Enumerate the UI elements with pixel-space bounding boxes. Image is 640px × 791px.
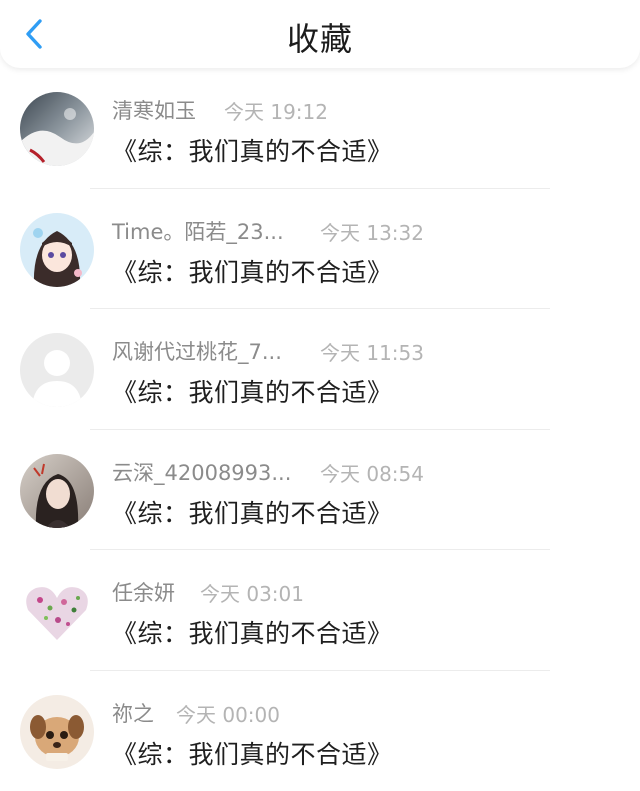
timestamp: 今天 08:54 (320, 458, 424, 487)
user-name: 云深_42008993... (112, 457, 291, 487)
photo-girl-avatar[interactable] (20, 454, 94, 528)
favorites-list: 清寒如玉 今天 19:12 《综：我们真的不合适》 Time。陌若_23... … (0, 68, 640, 791)
top-bar: 收藏 (0, 0, 640, 68)
favorite-title[interactable]: 《综：我们真的不合适》 (112, 494, 393, 530)
list-item[interactable]: 清寒如玉 今天 19:12 《综：我们真的不合适》 (0, 68, 640, 189)
user-name: 祢之 (112, 698, 154, 728)
list-item[interactable]: 云深_42008993... 今天 08:54 《综：我们真的不合适》 (0, 430, 640, 551)
favorite-title[interactable]: 《综：我们真的不合适》 (112, 253, 393, 289)
page-title: 收藏 (0, 14, 640, 60)
user-name: 任余妍 (112, 577, 175, 607)
favorite-title[interactable]: 《综：我们真的不合适》 (112, 373, 393, 409)
landscape-avatar[interactable] (20, 92, 94, 166)
favorite-title[interactable]: 《综：我们真的不合适》 (112, 735, 393, 771)
user-name: Time。陌若_23... (112, 216, 284, 246)
user-name: 清寒如玉 (112, 95, 196, 125)
timestamp: 今天 13:32 (320, 217, 424, 246)
list-item[interactable]: Time。陌若_23... 今天 13:32 《综：我们真的不合适》 (0, 189, 640, 310)
puppy-avatar[interactable] (20, 695, 94, 769)
favorite-title[interactable]: 《综：我们真的不合适》 (112, 614, 393, 650)
anime-girl-avatar[interactable] (20, 213, 94, 287)
timestamp: 今天 00:00 (176, 699, 280, 728)
default-user-avatar[interactable] (20, 333, 94, 407)
favorite-title[interactable]: 《综：我们真的不合适》 (112, 132, 393, 168)
timestamp: 今天 03:01 (200, 578, 304, 607)
timestamp: 今天 11:53 (320, 337, 424, 366)
floral-heart-avatar[interactable] (20, 574, 94, 648)
timestamp: 今天 19:12 (224, 96, 328, 125)
list-item[interactable]: 任余妍 今天 03:01 《综：我们真的不合适》 (0, 550, 640, 671)
user-name: 风谢代过桃花_7... (112, 336, 282, 366)
list-item[interactable]: 祢之 今天 00:00 《综：我们真的不合适》 (0, 671, 640, 791)
list-item[interactable]: 风谢代过桃花_7... 今天 11:53 《综：我们真的不合适》 (0, 309, 640, 430)
